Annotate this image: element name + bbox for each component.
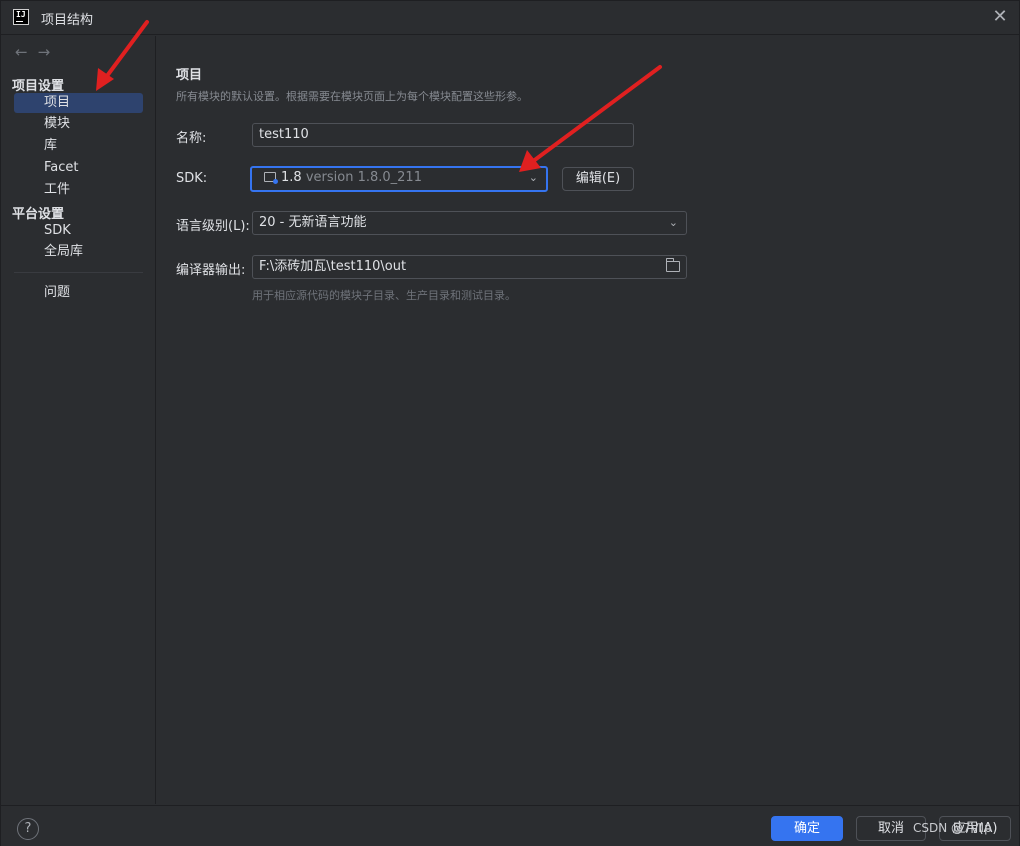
chevron-down-icon: ⌄: [528, 171, 538, 184]
name-field[interactable]: test110: [252, 123, 634, 147]
sidebar-item-project[interactable]: 项目: [14, 93, 143, 113]
section-project-settings: 项目设置: [12, 79, 65, 94]
sdk-dropdown[interactable]: 1.8 version 1.8.0_211 ⌄: [250, 166, 548, 192]
window-title: 项目结构: [41, 13, 94, 28]
sidebar-item-problems[interactable]: 问题: [14, 283, 143, 303]
compiler-output-label: 编译器输出:: [176, 263, 246, 278]
compiler-output-field[interactable]: F:\添砖加瓦\test110\out: [252, 255, 687, 279]
sdk-label: SDK:: [176, 171, 208, 186]
section-platform-settings: 平台设置: [12, 207, 65, 222]
name-label: 名称:: [176, 131, 207, 146]
nav-arrows: ←→: [15, 43, 60, 61]
compiler-output-hint: 用于相应源代码的模块子目录、生产目录和测试目录。: [252, 289, 516, 302]
sdk-version: version 1.8.0_211: [305, 170, 422, 185]
ok-button[interactable]: 确定: [771, 816, 843, 841]
close-icon[interactable]: ✕: [991, 8, 1009, 26]
sidebar-item-global-libraries[interactable]: 全局库: [14, 242, 143, 262]
back-arrow-icon[interactable]: ←: [15, 43, 38, 61]
language-level-label: 语言级别(L):: [176, 219, 250, 234]
sdk-folder-icon: [264, 172, 278, 184]
language-level-value: 20 - 无新语言功能: [259, 215, 367, 230]
forward-arrow-icon[interactable]: →: [38, 43, 61, 61]
sidebar-item-facets[interactable]: Facet: [14, 158, 143, 178]
folder-icon[interactable]: [665, 258, 680, 272]
sidebar-item-artifacts[interactable]: 工件: [14, 180, 143, 200]
app-logo-icon: IJ: [13, 9, 29, 25]
sidebar-item-sdks[interactable]: SDK: [14, 221, 143, 241]
sidebar: ←→ 项目设置 项目 模块 库 Facet 工件 平台设置 SDK 全局库 问题: [1, 36, 156, 804]
project-structure-dialog: IJ 项目结构 ✕ ←→ 项目设置 项目 模块 库 Facet 工件 平台设置 …: [0, 0, 1020, 846]
title-bar: IJ 项目结构 ✕: [1, 1, 1019, 35]
chevron-down-icon: ⌄: [668, 216, 678, 229]
main-panel: 项目 所有模块的默认设置。根据需要在模块页面上为每个模块配置这些形参。 名称: …: [157, 36, 1019, 804]
compiler-output-value: F:\添砖加瓦\test110\out: [259, 259, 407, 274]
sidebar-divider: [14, 272, 143, 273]
dialog-footer: ? 确定 取消 应用(A) CSDN @7Ⅶp: [1, 805, 1019, 846]
edit-button[interactable]: 编辑(E): [562, 167, 634, 191]
sidebar-item-libraries[interactable]: 库: [14, 136, 143, 156]
page-title: 项目: [176, 68, 203, 83]
help-icon[interactable]: ?: [17, 818, 39, 840]
sidebar-item-modules[interactable]: 模块: [14, 114, 143, 134]
sdk-name: 1.8: [281, 170, 302, 185]
language-level-dropdown[interactable]: 20 - 无新语言功能 ⌄: [252, 211, 687, 235]
page-subtitle: 所有模块的默认设置。根据需要在模块页面上为每个模块配置这些形参。: [176, 90, 528, 103]
watermark: CSDN @7Ⅶp: [913, 821, 992, 835]
